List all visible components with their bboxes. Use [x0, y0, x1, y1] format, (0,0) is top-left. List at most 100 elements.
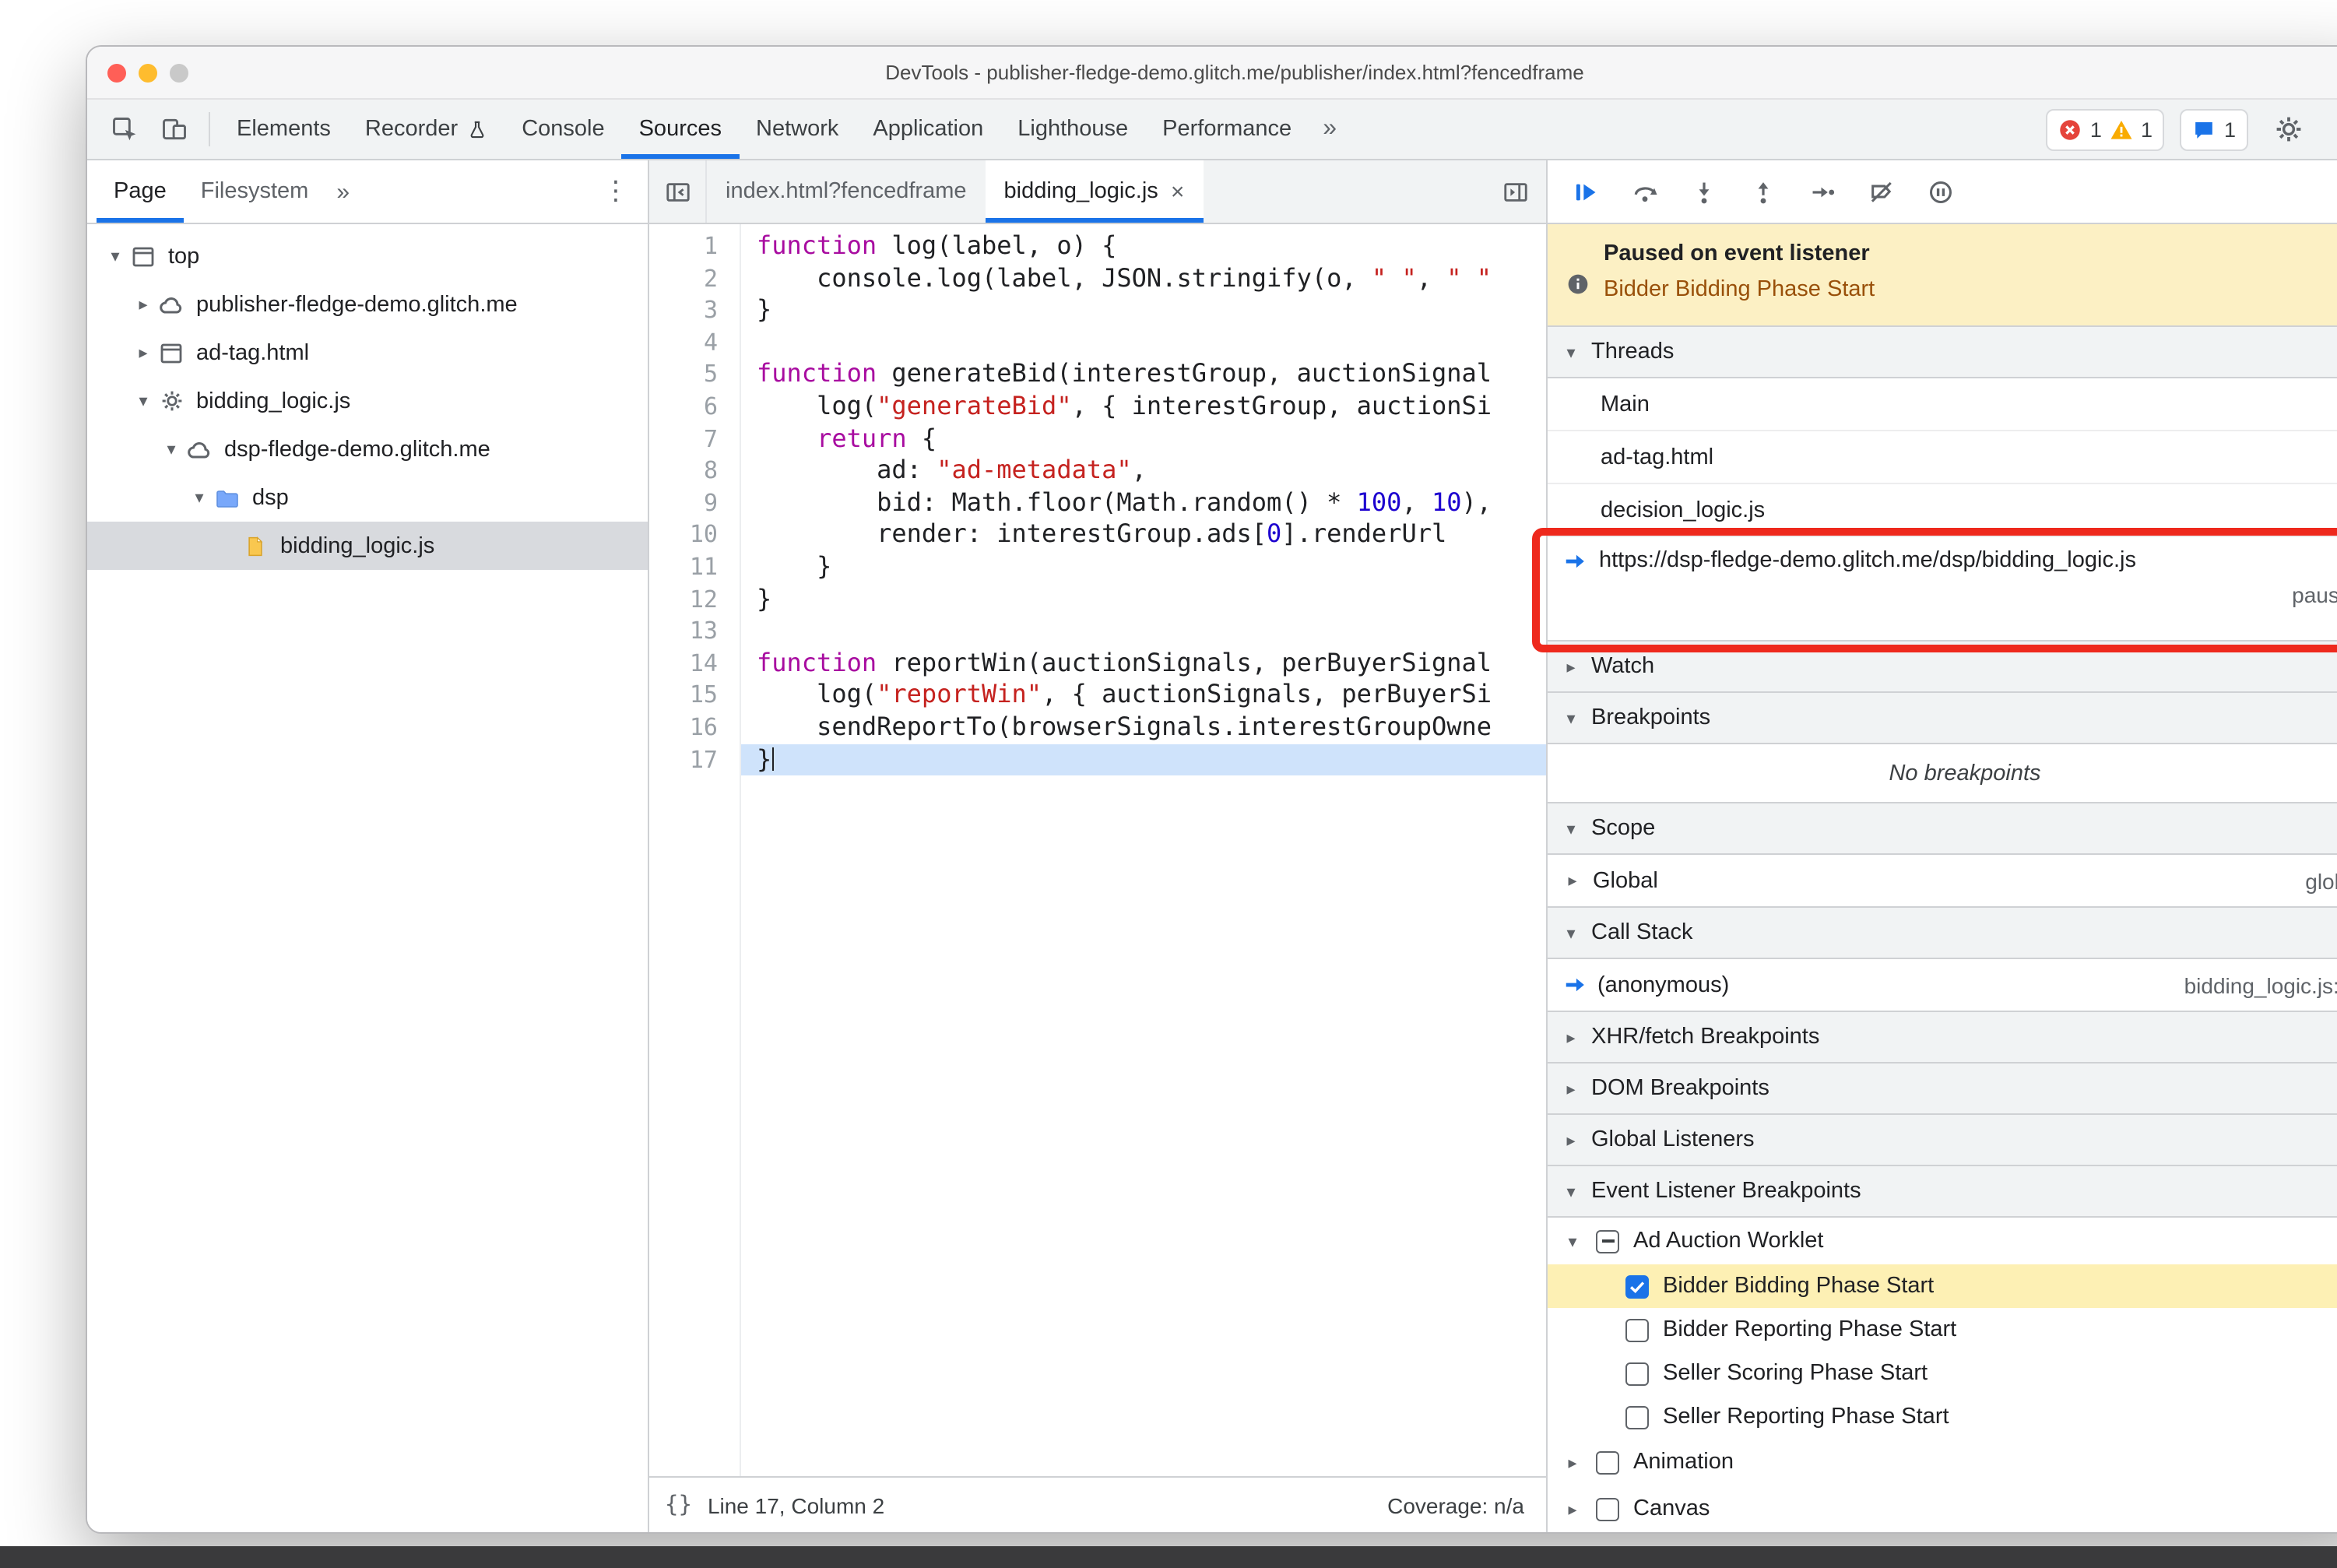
event-group-animation[interactable]: Animation [1548, 1439, 2337, 1485]
step-out-button[interactable] [1738, 168, 1787, 215]
event-breakpoint-bidder-bidding-phase-start[interactable]: Bidder Bidding Phase Start [1548, 1264, 2337, 1308]
code-line[interactable]: log("generateBid", { interestGroup, auct… [757, 391, 1546, 423]
panel-tab-performance[interactable]: Performance [1145, 100, 1309, 159]
gutter-line-number[interactable]: 5 [649, 359, 740, 391]
show-debugger-button[interactable] [1488, 160, 1541, 223]
gutter-line-number[interactable]: 14 [649, 647, 740, 679]
gutter-line-number[interactable]: 4 [649, 327, 740, 359]
gutter-line-number[interactable]: 10 [649, 519, 740, 551]
code-line[interactable]: } [757, 551, 1546, 583]
event-breakpoint-checkbox[interactable] [1625, 1362, 1649, 1385]
step-button[interactable] [1797, 168, 1847, 215]
code-line[interactable]: ad: "ad-metadata", [757, 455, 1546, 487]
event-breakpoint-bidder-reporting-phase-start[interactable]: Bidder Reporting Phase Start [1548, 1308, 2337, 1352]
threads-section-header[interactable]: Threads [1548, 325, 2337, 378]
breakpoints-section-header[interactable]: Breakpoints [1548, 691, 2337, 744]
code-line[interactable]: log("reportWin", { auctionSignals, perBu… [757, 680, 1546, 712]
event-breakpoint-seller-scoring-phase-start[interactable]: Seller Scoring Phase Start [1548, 1352, 2337, 1395]
thread-item[interactable]: Main [1548, 378, 2337, 431]
call-stack-section-header[interactable]: Call Stack [1548, 906, 2337, 959]
tree-item-bidding-logic-js[interactable]: bidding_logic.js [87, 522, 648, 570]
event-group-checkbox[interactable] [1596, 1450, 1619, 1474]
tree-expander[interactable] [131, 391, 156, 411]
gutter-line-number[interactable]: 11 [649, 551, 740, 583]
event-group-checkbox[interactable] [1596, 1497, 1619, 1521]
code-line[interactable]: console.log(label, JSON.stringify(o, " "… [757, 262, 1546, 294]
close-window-button[interactable] [107, 64, 126, 83]
pretty-print-button[interactable]: {} [665, 1492, 692, 1517]
step-over-button[interactable] [1619, 168, 1669, 215]
panel-tab-recorder[interactable]: Recorder [348, 100, 504, 159]
tree-item-dsp[interactable]: dsp [87, 473, 648, 522]
gutter-line-number[interactable]: 1 [649, 230, 740, 262]
resume-button[interactable] [1560, 168, 1610, 215]
hide-navigator-button[interactable] [649, 160, 707, 223]
event-group-canvas[interactable]: Canvas [1548, 1485, 2337, 1532]
navigator-tab-page[interactable]: Page [97, 160, 184, 223]
code-line[interactable]: function log(label, o) { [757, 230, 1546, 262]
scope-global-row[interactable]: Global global [1548, 855, 2337, 908]
panel-tab-network[interactable]: Network [739, 100, 856, 159]
editor-tab-index-html-fencedframe[interactable]: index.html?fencedframe [707, 160, 986, 223]
code-line[interactable]: function generateBid(interestGroup, auct… [757, 359, 1546, 391]
gutter-line-number[interactable]: 15 [649, 680, 740, 712]
step-into-button[interactable] [1678, 168, 1728, 215]
scope-section-header[interactable]: Scope [1548, 802, 2337, 855]
tree-item-ad-tag-html[interactable]: ad-tag.html [87, 329, 648, 377]
event-breakpoint-checkbox[interactable] [1625, 1405, 1649, 1429]
gutter-line-number[interactable]: 6 [649, 391, 740, 423]
code-editor[interactable]: 1 2 3 4 5 6 7 8 9 10 11 12 13 14 15 16 17 function log(l… [649, 224, 1546, 1476]
tree-expander[interactable] [131, 294, 156, 315]
tree-expander[interactable] [103, 246, 128, 266]
tree-item-top[interactable]: top [87, 232, 648, 280]
errors-warnings-badge[interactable]: 1 1 [2046, 108, 2165, 150]
thread-item[interactable]: ad-tag.html [1548, 431, 2337, 484]
code-line[interactable]: } [757, 294, 1546, 326]
code-line[interactable]: function reportWin(auctionSignals, perBu… [757, 647, 1546, 679]
event-group-ad-auction-worklet[interactable]: Ad Auction Worklet [1548, 1218, 2337, 1264]
gutter-line-number[interactable]: 13 [649, 615, 740, 647]
more-options-button[interactable]: ⋮ [2329, 114, 2337, 145]
watch-section-header[interactable]: Watch [1548, 640, 2337, 693]
more-panels-button[interactable]: » [1309, 100, 1351, 159]
navigator-menu-button[interactable]: ⋮ [584, 160, 648, 223]
panel-tab-application[interactable]: Application [856, 100, 1000, 159]
code-line[interactable]: bid: Math.floor(Math.random() * 100, 10)… [757, 487, 1546, 519]
navigator-tab-filesystem[interactable]: Filesystem [184, 160, 326, 223]
more-navigator-tabs-button[interactable]: » [325, 160, 360, 223]
close-tab-icon[interactable] [1171, 178, 1185, 205]
event-breakpoint-checkbox[interactable] [1625, 1274, 1649, 1298]
tree-item-dsp-fledge-demo-glitch-me[interactable]: dsp-fledge-demo.glitch.me [87, 425, 648, 473]
editor-tab-bidding-logic-js[interactable]: bidding_logic.js [985, 160, 1204, 223]
code-line[interactable]: } [741, 744, 1546, 776]
gutter-line-number[interactable]: 2 [649, 262, 740, 294]
event-group-checkbox[interactable] [1596, 1229, 1619, 1253]
minimize-window-button[interactable] [139, 64, 157, 83]
global-listeners-section-header[interactable]: Global Listeners [1548, 1113, 2337, 1166]
event-breakpoint-checkbox[interactable] [1625, 1318, 1649, 1341]
zoom-window-button[interactable] [170, 64, 188, 83]
tree-expander[interactable] [131, 343, 156, 363]
event-listener-breakpoints-header[interactable]: Event Listener Breakpoints [1548, 1165, 2337, 1218]
xhr-fetch-breakpoints-section-header[interactable]: XHR/fetch Breakpoints [1548, 1011, 2337, 1063]
panel-tab-lighthouse[interactable]: Lighthouse [1000, 100, 1145, 159]
dom-breakpoints-section-header[interactable]: DOM Breakpoints [1548, 1062, 2337, 1115]
code-line[interactable]: sendReportTo(browserSignals.interestGrou… [757, 712, 1546, 744]
gutter-line-number[interactable]: 17 [649, 744, 740, 775]
tree-item-publisher-fledge-demo-glitch-me[interactable]: publisher-fledge-demo.glitch.me [87, 280, 648, 329]
gutter-line-number[interactable]: 3 [649, 294, 740, 326]
call-stack-frame[interactable]: (anonymous) bidding_logic.js:17 [1548, 959, 2337, 1012]
code-line[interactable] [757, 327, 1546, 359]
gutter-line-number[interactable]: 9 [649, 487, 740, 519]
settings-button[interactable] [2264, 115, 2314, 143]
code-line[interactable]: render: interestGroup.ads[0].renderUrl [757, 519, 1546, 551]
inspect-element-button[interactable] [100, 100, 149, 159]
issues-badge[interactable]: 1 [2180, 108, 2248, 150]
gutter-line-number[interactable]: 8 [649, 455, 740, 487]
tree-expander[interactable] [187, 487, 212, 508]
thread-item-paused[interactable]: https://dsp-fledge-demo.glitch.me/dsp/bi… [1548, 537, 2337, 642]
gutter-line-number[interactable]: 7 [649, 423, 740, 455]
code-line[interactable]: return { [757, 423, 1546, 455]
code-line[interactable]: } [757, 583, 1546, 615]
thread-item[interactable]: decision_logic.js [1548, 484, 2337, 537]
